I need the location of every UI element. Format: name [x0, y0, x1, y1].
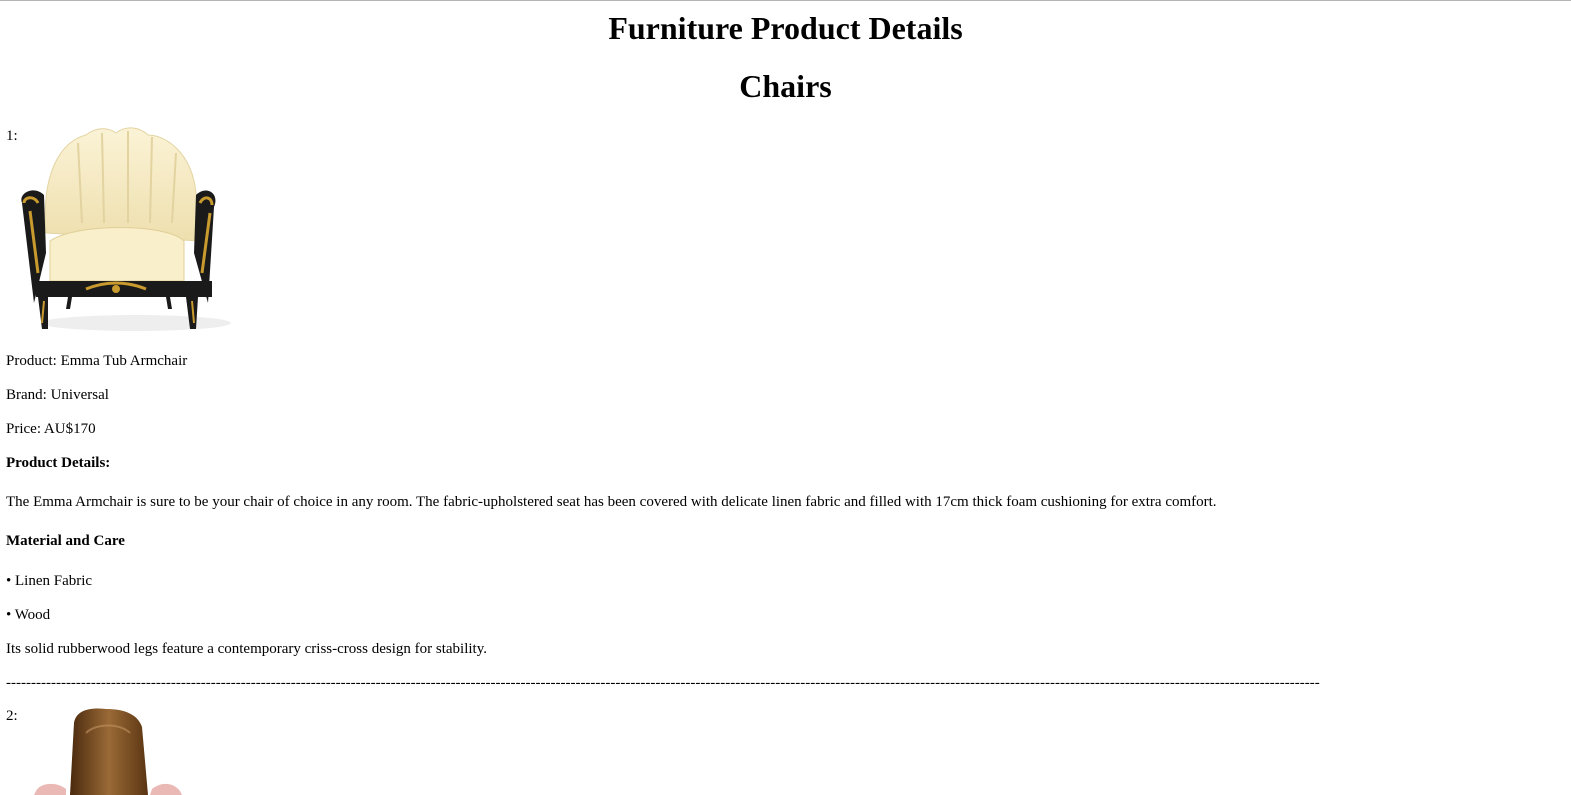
section-title: Chairs	[739, 68, 832, 104]
product-note: Its solid rubberwood legs feature a cont…	[6, 641, 487, 657]
details-heading: Product Details:	[6, 455, 111, 471]
material-item: • Wood	[6, 607, 51, 623]
product-description: The Emma Armchair is sure to be your cha…	[6, 494, 1217, 510]
separator: ----------------------------------------…	[6, 675, 1320, 691]
material-item: • Linen Fabric	[6, 573, 93, 589]
product-name: Product: Emma Tub Armchair	[6, 353, 188, 369]
leather-chair-photo	[34, 708, 182, 795]
material-heading: Material and Care	[6, 533, 125, 549]
armchair-photo	[21, 127, 231, 331]
product-brand: Brand: Universal	[6, 387, 109, 403]
page-title: Furniture Product Details	[608, 10, 963, 46]
product-price: Price: AU$170	[6, 421, 96, 437]
